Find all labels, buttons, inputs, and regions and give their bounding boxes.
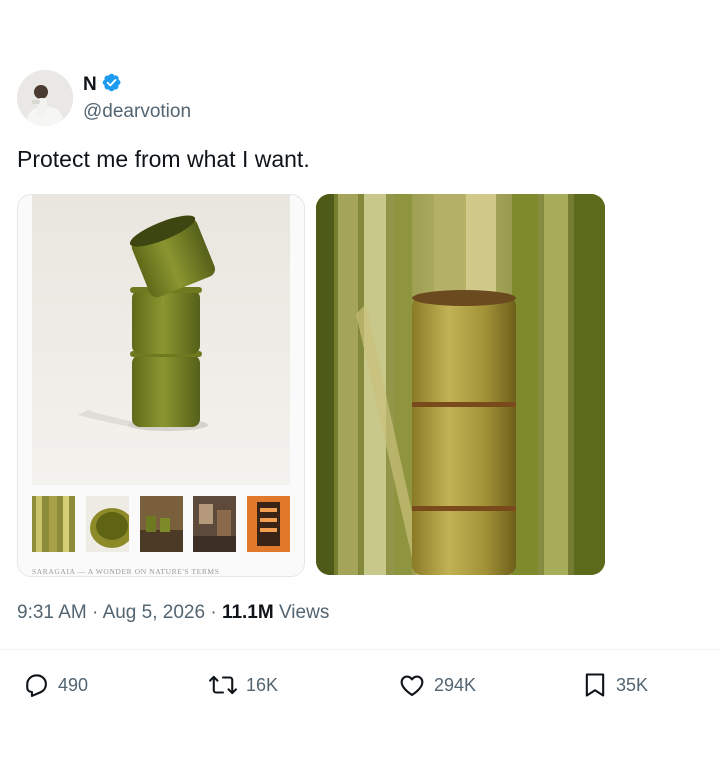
tweet-text: Protect me from what I want. — [17, 146, 310, 172]
tweet-meta: 9:31 AM · Aug 5, 2026 · 11.1M Views — [17, 600, 329, 626]
views-label: Views — [273, 602, 330, 623]
reply-button[interactable]: 490 — [22, 666, 88, 704]
repost-button[interactable]: 16K — [208, 666, 278, 704]
verified-badge-icon — [101, 72, 122, 98]
avatar[interactable] — [17, 70, 73, 126]
bookmark-count: 35K — [616, 674, 649, 695]
display-name[interactable]: N — [83, 74, 97, 96]
views-count: 11.1M — [221, 602, 274, 623]
like-count: 294K — [434, 674, 477, 695]
repost-icon — [208, 671, 238, 699]
bookmark-button[interactable]: 35K — [582, 666, 648, 704]
meta-separator: · — [205, 602, 222, 623]
media-image-right[interactable] — [316, 194, 605, 575]
thumbnail-strip — [32, 496, 290, 552]
reply-count: 490 — [58, 674, 89, 695]
media-image-left[interactable]: SARAGAIA — A WONDER ON NATURE'S TERMS — [17, 194, 305, 577]
bamboo-cup-photo — [316, 194, 605, 575]
tweet-date[interactable]: Aug 5, 2026 — [103, 602, 205, 623]
like-button[interactable]: 294K — [398, 666, 476, 704]
repost-count: 16K — [246, 674, 279, 695]
handle[interactable]: @dearvotion — [83, 100, 191, 124]
thumbnail-cups-table — [139, 496, 183, 552]
tweet-header: N @dearvotion — [17, 68, 191, 128]
thumbnail-room — [193, 496, 237, 552]
tweet-time[interactable]: 9:31 AM — [17, 602, 87, 623]
media-caption: SARAGAIA — A WONDER ON NATURE'S TERMS — [32, 567, 220, 576]
meta-separator: · — [86, 602, 103, 623]
thumbnail-cup-rim — [85, 496, 129, 552]
action-bar: 490 16K 294K 35K — [0, 666, 720, 704]
thumbnail-shelf — [247, 496, 290, 552]
bookmark-icon — [582, 671, 608, 699]
reply-icon — [22, 671, 50, 699]
thumbnail-bamboo — [32, 496, 75, 552]
like-icon — [398, 671, 426, 699]
divider — [0, 649, 720, 650]
